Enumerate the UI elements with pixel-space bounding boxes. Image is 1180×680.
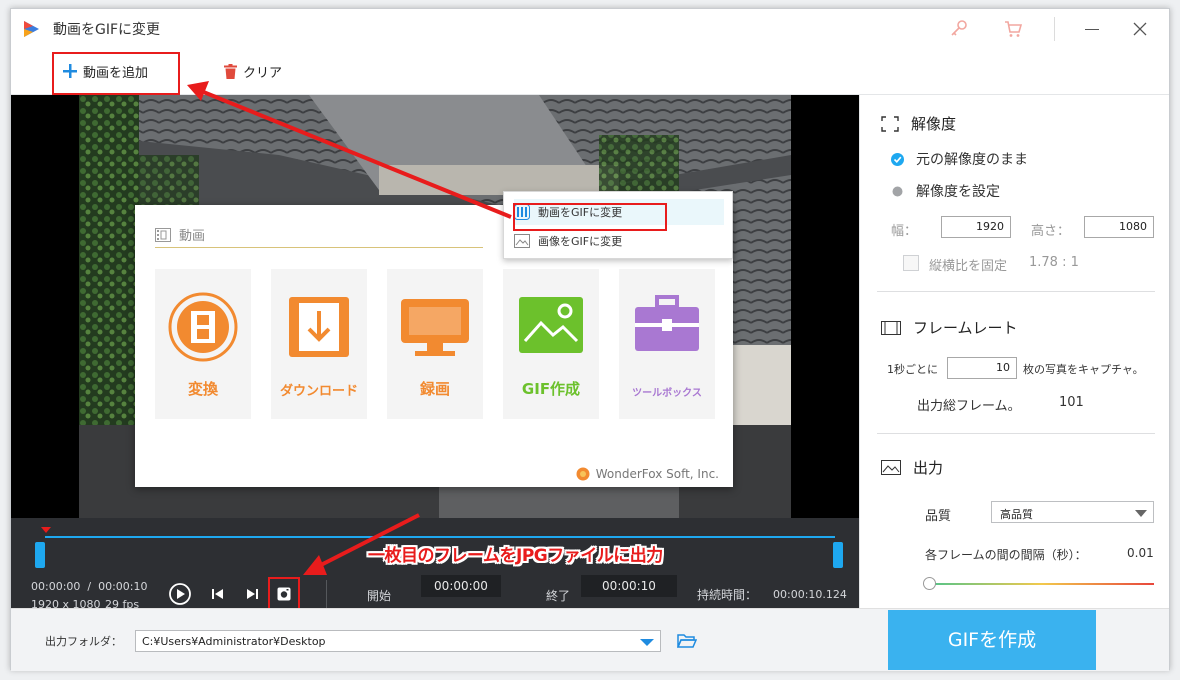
annotation-arrows <box>187 81 512 575</box>
annotation-text: 一枚目のフレームをJPGファイルに出力 <box>368 546 663 566</box>
app-window: 動画をGIFに変更 動画を追加 クリア 動画 変換 ダウンロード 録画 GIF作… <box>10 8 1170 671</box>
